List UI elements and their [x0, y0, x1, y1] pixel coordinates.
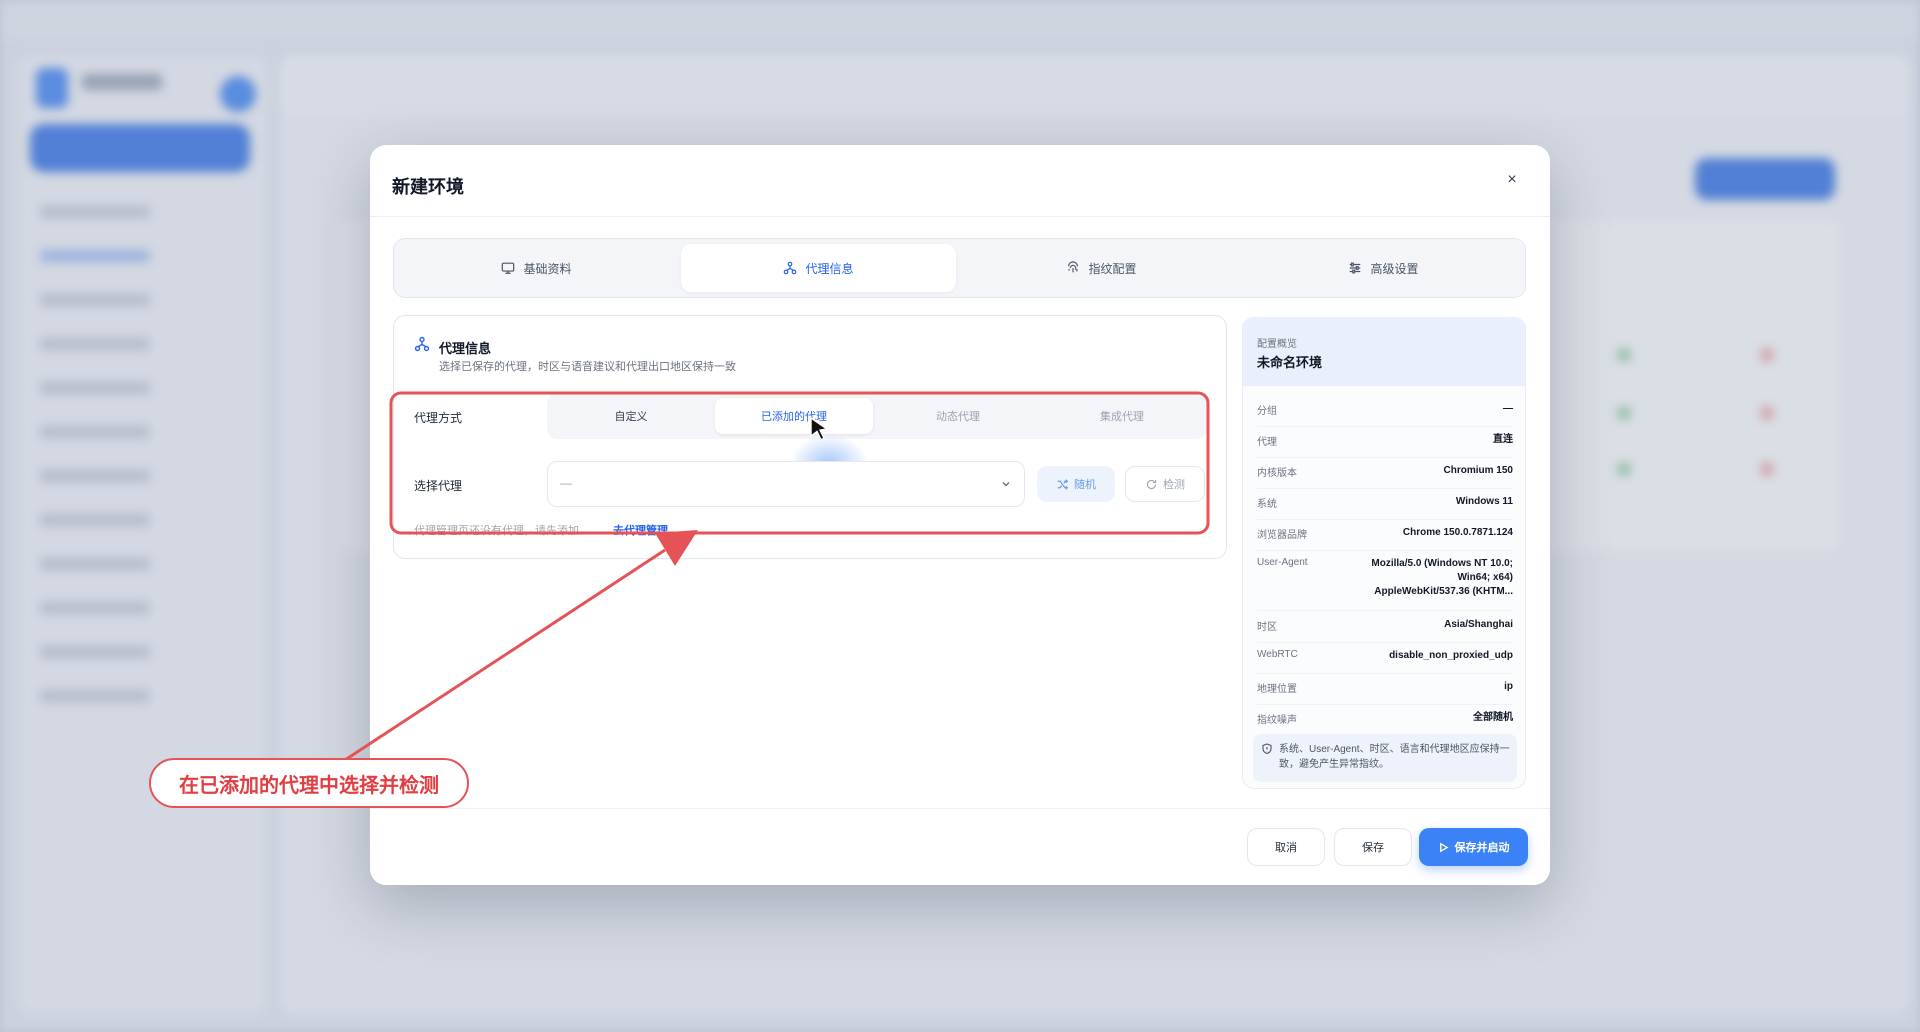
summary-key: 内核版本 — [1257, 468, 1297, 479]
tab-proxy-info[interactable]: 代理信息 — [681, 244, 956, 292]
play-icon — [1439, 842, 1449, 852]
close-icon[interactable]: × — [1502, 171, 1522, 189]
save-and-start-button[interactable]: 保存并启动 — [1419, 828, 1528, 866]
check-label: 检测 — [1163, 479, 1185, 491]
monitor-icon — [502, 262, 515, 274]
summary-key: 系统 — [1257, 499, 1277, 510]
summary-header: 配置概览 未命名环境 — [1243, 318, 1525, 386]
consistency-note: 系统、User-Agent、时区、语言和代理地区应保持一致，避免产生异常指纹。 — [1253, 734, 1517, 782]
proxy-select-value: — — [560, 476, 572, 490]
tab-basic-info[interactable]: 基础资料 — [399, 244, 674, 292]
mode-integrated-proxy[interactable]: 集成代理 — [1043, 398, 1201, 434]
shield-icon — [1262, 743, 1272, 755]
summary-value: — — [1503, 403, 1513, 414]
network-icon — [784, 261, 797, 275]
modal-title: 新建环境 — [392, 177, 464, 197]
refresh-icon — [1146, 479, 1157, 489]
summary-row: 系统 Windows 11 — [1257, 495, 1513, 520]
summary-value: Chromium 150 — [1443, 465, 1513, 476]
note-text: 系统、User-Agent、时区、语言和代理地区应保持一致，避免产生异常指纹。 — [1279, 744, 1510, 770]
summary-key: 指纹噪声 — [1257, 715, 1297, 726]
mouse-cursor-icon — [810, 416, 829, 441]
config-summary: 配置概览 未命名环境 分组 — 代理 直连 内核版本 Chromium 150 系统 W… — [1242, 317, 1526, 789]
select-proxy-label: 选择代理 — [414, 479, 463, 493]
fingerprint-icon — [1068, 261, 1079, 273]
save-button[interactable]: 保存 — [1334, 828, 1412, 866]
summary-row: 代理 直连 — [1257, 433, 1513, 458]
panel-subtitle: 选择已保存的代理，时区与语音建议和代理出口地区保持一致 — [439, 361, 736, 373]
tab-label: 高级设置 — [1370, 261, 1419, 276]
cancel-button[interactable]: 取消 — [1247, 828, 1325, 866]
mode-custom[interactable]: 自定义 — [552, 398, 710, 434]
summary-key: User-Agent — [1257, 557, 1308, 568]
summary-row: 浏览器品牌 Chrome 150.0.7871.124 — [1257, 526, 1513, 551]
shuffle-icon — [1057, 478, 1069, 490]
divider — [370, 216, 1550, 217]
tab-fingerprint[interactable]: 指纹配置 — [964, 244, 1239, 292]
summary-row: User-Agent Mozilla/5.0 (Windows NT 10.0; … — [1257, 557, 1513, 611]
summary-kicker: 配置概览 — [1257, 339, 1297, 350]
summary-row: 时区 Asia/Shanghai — [1257, 618, 1513, 643]
summary-key: 代理 — [1257, 437, 1277, 448]
tab-label: 代理信息 — [805, 261, 854, 276]
random-label: 随机 — [1074, 479, 1096, 491]
proxy-select[interactable]: — — [547, 461, 1025, 507]
proxy-mode-segmented: 自定义 已添加的代理 动态代理 集成代理 — [547, 393, 1207, 439]
summary-row: 指纹噪声 全部随机 — [1257, 711, 1513, 729]
mode-dynamic-proxy[interactable]: 动态代理 — [879, 398, 1037, 434]
go-proxy-management-link[interactable]: 去代理管理 — [613, 522, 668, 538]
summary-row: 内核版本 Chromium 150 — [1257, 464, 1513, 489]
summary-value: ip — [1504, 681, 1513, 692]
tab-bar: 基础资料 代理信息 指纹配置 高级设置 — [393, 238, 1526, 298]
summary-value: Asia/Shanghai — [1444, 619, 1513, 630]
save-and-start-label: 保存并启动 — [1454, 842, 1510, 854]
chevron-down-icon — [1002, 482, 1010, 487]
summary-row: 分组 — — [1257, 402, 1513, 427]
summary-value: 直连 — [1493, 434, 1513, 445]
annotation-callout: 在已添加的代理中选择并检测 — [149, 758, 469, 808]
summary-value: Windows 11 — [1455, 496, 1513, 507]
summary-value: Chrome 150.0.7871.124 — [1402, 527, 1513, 538]
summary-value: disable_non_proxied_udp — [1389, 650, 1513, 661]
environment-name: 未命名环境 — [1257, 355, 1323, 370]
summary-key: WebRTC — [1257, 649, 1298, 660]
summary-key: 时区 — [1257, 622, 1277, 633]
summary-value: Mozilla/5.0 (Windows NT 10.0; Win64; x64… — [1371, 558, 1513, 597]
mode-added-proxy[interactable]: 已添加的代理 — [715, 398, 873, 434]
summary-value: 全部随机 — [1473, 712, 1513, 723]
footer-divider — [370, 808, 1550, 809]
summary-key: 地理位置 — [1257, 684, 1297, 695]
summary-row: WebRTC disable_non_proxied_udp — [1257, 649, 1513, 674]
network-icon — [414, 336, 430, 352]
tab-label: 指纹配置 — [1088, 261, 1137, 276]
panel-title: 代理信息 — [439, 341, 492, 356]
check-button[interactable]: 检测 — [1125, 466, 1205, 502]
summary-row: 地理位置 ip — [1257, 680, 1513, 705]
no-proxy-hint: 代理管理页还没有代理，请先添加 — [414, 525, 579, 537]
random-button[interactable]: 随机 — [1037, 466, 1115, 502]
new-environment-modal: 新建环境 × 基础资料 代理信息 指纹配置 高级设置 代理信息 选择已保存的代理… — [370, 145, 1550, 885]
sliders-icon — [1350, 262, 1361, 274]
summary-key: 分组 — [1257, 406, 1277, 417]
summary-key: 浏览器品牌 — [1257, 530, 1307, 541]
tab-advanced[interactable]: 高级设置 — [1246, 244, 1521, 292]
tab-label: 基础资料 — [523, 261, 572, 276]
proxy-mode-label: 代理方式 — [414, 411, 463, 425]
